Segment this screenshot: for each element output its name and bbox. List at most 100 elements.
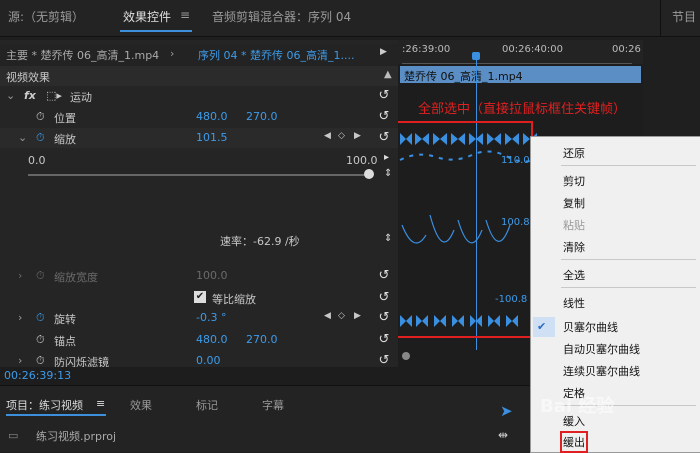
check-icon: ✔ <box>537 320 547 333</box>
rotation-row: › ⏱ 旋转 -0.3 ° ◀ ◇ ▶ ↺ <box>0 308 398 328</box>
rotation-value[interactable]: -0.3 ° <box>196 311 226 324</box>
menu-item-copy[interactable]: 复制 <box>563 195 585 211</box>
expand-icon[interactable]: ⇕ <box>384 168 392 179</box>
slider-handle[interactable] <box>364 169 374 179</box>
clip-bar[interactable]: 楚乔传 06_高清_1.mp4 <box>400 66 641 83</box>
menu-item-clear[interactable]: 清除 <box>563 239 585 255</box>
tab-program[interactable]: 节目 <box>672 8 696 25</box>
clip-bar-label: 楚乔传 06_高清_1.mp4 <box>404 70 523 83</box>
fx-icon[interactable]: fx <box>24 89 36 102</box>
project-file-name[interactable]: 练习视频.prproj <box>36 428 116 444</box>
scale-slider-area: 0.0 100.0 ▸ ⇕ <box>0 150 398 200</box>
rotation-keyframes[interactable] <box>400 315 518 327</box>
velocity-curves[interactable] <box>401 214 511 244</box>
menu-item-continuous-bezier[interactable]: 连续贝塞尔曲线 <box>563 363 640 379</box>
clip-header-row: 主要 * 楚乔传 06_高清_1.mp4 › 序列 04 * 楚乔传 06_高清… <box>0 44 398 66</box>
menu-separator <box>561 259 696 260</box>
track-select-icon[interactable]: ⇹ <box>498 428 508 442</box>
position-x-value[interactable]: 480.0 <box>196 110 228 123</box>
panel-menu-icon[interactable]: ≡ <box>180 8 190 22</box>
stopwatch-icon[interactable]: ⏱ <box>36 110 45 124</box>
menu-item-auto-bezier[interactable]: 自动贝塞尔曲线 <box>563 341 640 357</box>
panel-menu-icon[interactable]: ≡ <box>96 397 105 410</box>
menu-separator <box>561 287 696 288</box>
reset-icon[interactable]: ↺ <box>377 333 391 347</box>
zoom-handle[interactable] <box>402 352 410 360</box>
menu-item-restore[interactable]: 还原 <box>563 145 585 161</box>
watermark-logo: Bai 经验 <box>540 396 615 417</box>
sequence-clip-label[interactable]: 序列 04 * 楚乔传 06_高清_1.... <box>198 47 354 63</box>
scale-value[interactable]: 101.5 <box>196 131 228 144</box>
add-keyframe-icon[interactable]: ◇ <box>338 131 345 141</box>
effect-controls-panel: 主要 * 楚乔传 06_高清_1.mp4 › 序列 04 * 楚乔传 06_高清… <box>0 40 398 385</box>
anchor-y-value[interactable]: 270.0 <box>246 333 278 346</box>
tab-captions[interactable]: 字幕 <box>262 397 284 413</box>
folder-icon: ▭ <box>8 429 19 442</box>
chevron-right-icon[interactable]: › <box>18 311 22 324</box>
uniform-scale-checkbox[interactable]: ✔ <box>194 291 206 303</box>
tab-audio-mixer[interactable]: 音频剪辑混合器：序列 04 <box>212 8 351 25</box>
menu-item-linear[interactable]: 线性 <box>563 295 585 311</box>
master-clip-label[interactable]: 主要 * 楚乔传 06_高清_1.mp4 <box>6 47 159 63</box>
next-keyframe-icon[interactable]: ▶ <box>354 131 361 141</box>
tab-markers[interactable]: 标记 <box>196 397 218 413</box>
scale-row: ⌄ ⏱ 缩放 101.5 ◀ ◇ ▶ ↺ <box>0 128 398 148</box>
ruler-time-3: 00:26 <box>612 44 641 55</box>
reset-icon[interactable]: ↺ <box>377 269 391 283</box>
anchor-x-value[interactable]: 480.0 <box>196 333 228 346</box>
stopwatch-active-icon[interactable]: ⏱ <box>36 131 45 145</box>
rate-label: 速率：-62.9 /秒 <box>220 235 300 248</box>
stopwatch-icon[interactable]: ⏱ <box>36 269 45 283</box>
expand-icon[interactable]: ⇕ <box>384 233 392 244</box>
chevron-right-icon[interactable]: › <box>18 269 22 282</box>
add-keyframe-icon[interactable]: ◇ <box>338 311 345 321</box>
prev-keyframe-icon[interactable]: ◀ <box>324 131 331 141</box>
stopwatch-active-icon[interactable]: ⏱ <box>36 311 45 325</box>
menu-item-select-all[interactable]: 全选 <box>563 267 585 283</box>
graph-mid-value: 100.8 <box>501 217 530 228</box>
scale-width-value: 100.0 <box>196 269 228 282</box>
project-panel: 项目：练习视频 ≡ 效果 标记 字幕 ▭ 练习视频.prproj ➤ ⇹ <box>0 385 530 452</box>
collapse-arrow-icon[interactable]: ▲ <box>384 69 392 80</box>
selection-tool-icon[interactable]: ➤ <box>500 402 513 420</box>
reset-icon[interactable]: ↺ <box>377 110 391 124</box>
next-keyframe-icon[interactable]: ▶ <box>354 311 361 321</box>
uniform-scale-label: 等比缩放 <box>212 293 256 306</box>
annotation-text: 全部选中（直接拉鼠标框住关键帧） <box>418 102 627 117</box>
tab-effects[interactable]: 效果 <box>130 397 152 413</box>
slider-track[interactable] <box>28 174 368 176</box>
graph-toggle-icon[interactable]: ▸ <box>384 152 389 163</box>
reset-icon[interactable]: ↺ <box>377 89 391 103</box>
transform-box-icon[interactable]: ⬚▸ <box>46 89 62 102</box>
tab-effect-controls[interactable]: 效果控件 <box>123 8 171 25</box>
reset-icon[interactable]: ↺ <box>377 291 391 305</box>
prev-keyframe-icon[interactable]: ◀ <box>324 311 331 321</box>
chevron-right-icon[interactable]: › <box>18 354 22 367</box>
ruler-ticks <box>402 58 632 64</box>
stopwatch-icon[interactable]: ⏱ <box>36 333 45 347</box>
menu-item-cut[interactable]: 剪切 <box>563 173 585 189</box>
current-timecode[interactable]: 00:26:39:13 <box>4 369 71 382</box>
menu-separator <box>561 165 696 166</box>
scale-keyframes[interactable] <box>400 133 537 145</box>
stopwatch-icon[interactable]: ⏱ <box>36 354 45 368</box>
menu-item-ease-out[interactable]: 缓出 <box>560 431 588 453</box>
tab-project[interactable]: 项目：练习视频 <box>6 397 83 413</box>
reset-icon[interactable]: ↺ <box>377 354 391 368</box>
play-arrow-icon[interactable]: ▶ <box>380 47 387 57</box>
anchor-label: 锚点 <box>54 335 76 348</box>
position-y-value[interactable]: 270.0 <box>246 110 278 123</box>
motion-row[interactable]: ⌄ fx ⬚▸ 运动 ↺ <box>0 86 398 106</box>
chevron-down-icon[interactable]: ⌄ <box>18 131 27 144</box>
graph-top-value: 110.0 <box>501 155 530 166</box>
slider-max: 100.0 <box>346 154 378 167</box>
scale-width-row: › ⏱ 缩放宽度 100.0 ↺ <box>0 266 398 286</box>
reset-icon[interactable]: ↺ <box>377 131 391 145</box>
antiflicker-value[interactable]: 0.00 <box>196 354 221 367</box>
reset-icon[interactable]: ↺ <box>377 311 391 325</box>
playhead-handle[interactable] <box>472 52 480 60</box>
chevron-down-icon[interactable]: ⌄ <box>6 89 15 102</box>
time-ruler[interactable]: :26:39:00 00:26:40:00 00:26 <box>398 40 643 64</box>
tab-source[interactable]: 源:（无剪辑） <box>8 8 84 25</box>
menu-item-bezier[interactable]: 贝塞尔曲线 <box>563 319 618 335</box>
